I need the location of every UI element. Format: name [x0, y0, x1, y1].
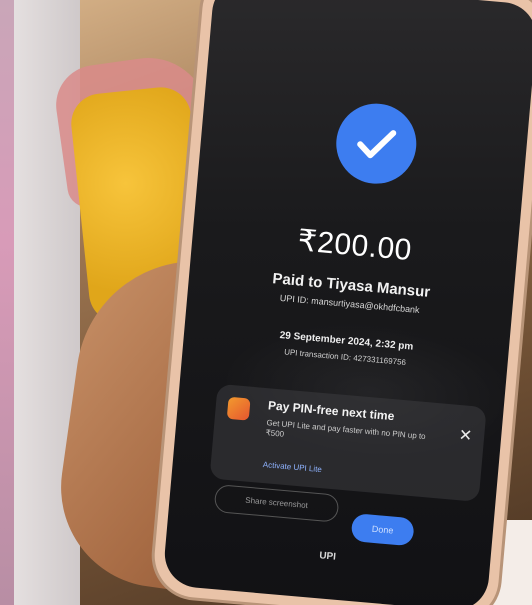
upi-lite-icon [226, 396, 251, 421]
share-screenshot-button[interactable]: Share screenshot [213, 483, 340, 523]
promo-body: Get UPI Lite and pay faster with no PIN … [265, 418, 426, 442]
activate-upi-lite-link[interactable]: Activate UPI Lite [263, 460, 323, 474]
phone-screen: ₹200.00 Paid to Tiyasa Mansur UPI ID: ma… [162, 0, 532, 605]
done-button[interactable]: Done [350, 513, 415, 547]
close-icon[interactable]: ✕ [458, 425, 473, 446]
check-circle-icon [332, 100, 420, 188]
phone: ₹200.00 Paid to Tiyasa Mansur UPI ID: ma… [151, 0, 532, 605]
upi-logo: UPI [318, 550, 337, 563]
background-fabric [0, 0, 14, 605]
photo-scene: ₹200.00 Paid to Tiyasa Mansur UPI ID: ma… [0, 0, 532, 605]
